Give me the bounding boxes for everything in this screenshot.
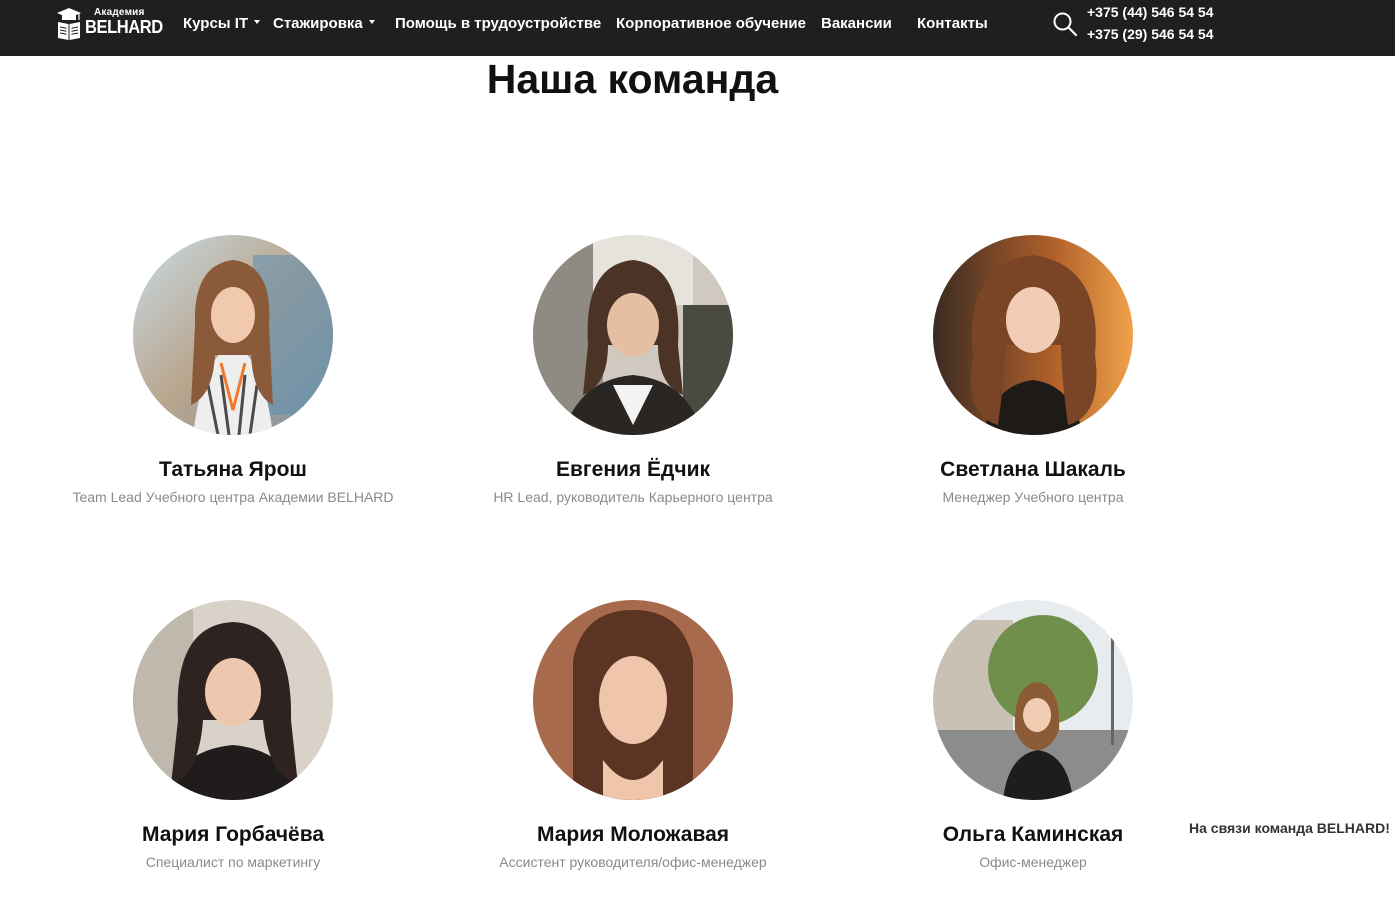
member-role: Специалист по маркетингу xyxy=(145,854,321,870)
member-role: Менеджер Учебного центра xyxy=(942,489,1124,505)
nav-item-label: Вакансии xyxy=(821,15,892,32)
nav-internship[interactable]: Стажировка xyxy=(273,14,375,34)
chevron-down-icon xyxy=(368,20,375,25)
team-member-card: Евгения Ёдчик HR Lead, руководитель Карь… xyxy=(433,235,833,506)
member-name: Мария Горбачёва xyxy=(141,823,325,846)
nav-courses-it[interactable]: Курсы IT xyxy=(183,14,261,34)
team-member-card: Татьяна Ярош Team Lead Учебного центра А… xyxy=(33,235,433,506)
search-icon[interactable] xyxy=(1052,11,1078,37)
top-navbar: Академия BELHARD Курсы IT Стажировка Пом… xyxy=(0,0,1395,56)
member-role: Ассистент руководителя/офис-менеджер xyxy=(499,854,767,870)
nav-item-label: Стажировка xyxy=(273,15,363,32)
logo[interactable]: Академия BELHARD xyxy=(56,5,163,41)
phone-link[interactable]: +375 (29) 546 54 54 xyxy=(1087,23,1214,45)
phone-link[interactable]: +375 (44) 546 54 54 xyxy=(1087,1,1214,23)
chat-widget-label[interactable]: На связи команда BELHARD! xyxy=(1189,818,1390,838)
page-title: Наша команда xyxy=(486,56,779,102)
member-name: Мария Моложавая xyxy=(536,823,730,846)
team-member-card: Ольга Каминская Офис-менеджер xyxy=(833,600,1233,871)
phone-list: +375 (44) 546 54 54 +375 (29) 546 54 54 xyxy=(1087,1,1214,45)
avatar xyxy=(933,235,1133,435)
team-member-card: Мария Моложавая Ассистент руководителя/о… xyxy=(433,600,833,871)
logo-brand: BELHARD xyxy=(85,17,163,37)
nav-vacancies[interactable]: Вакансии xyxy=(821,14,892,34)
avatar xyxy=(133,235,333,435)
avatar xyxy=(533,600,733,800)
team-member-card: Мария Горбачёва Специалист по маркетингу xyxy=(33,600,433,871)
member-name: Ольга Каминская xyxy=(942,823,1124,846)
team-member-card: Светлана Шакаль Менеджер Учебного центра xyxy=(833,235,1233,506)
nav-contacts[interactable]: Контакты xyxy=(917,14,988,34)
avatar xyxy=(533,235,733,435)
member-role: Офис-менеджер xyxy=(979,854,1087,870)
nav-item-label: Корпоративное обучение xyxy=(616,15,806,32)
member-role: HR Lead, руководитель Карьерного центра xyxy=(493,489,773,505)
graduation-cap-book-icon xyxy=(57,8,81,40)
member-role: Team Lead Учебного центра Академии BELHA… xyxy=(72,489,394,505)
nav-employment-help[interactable]: Помощь в трудоустройстве xyxy=(395,14,601,34)
member-name: Светлана Шакаль xyxy=(940,458,1126,481)
nav-item-label: Курсы IT xyxy=(183,15,249,32)
avatar xyxy=(133,600,333,800)
nav-item-label: Контакты xyxy=(917,15,988,32)
member-name: Евгения Ёдчик xyxy=(555,458,710,481)
nav-item-label: Помощь в трудоустройстве xyxy=(395,15,602,32)
avatar xyxy=(933,600,1133,800)
chevron-down-icon xyxy=(254,20,261,25)
nav-corporate-training[interactable]: Корпоративное обучение xyxy=(616,14,806,34)
member-name: Татьяна Ярош xyxy=(159,458,307,481)
